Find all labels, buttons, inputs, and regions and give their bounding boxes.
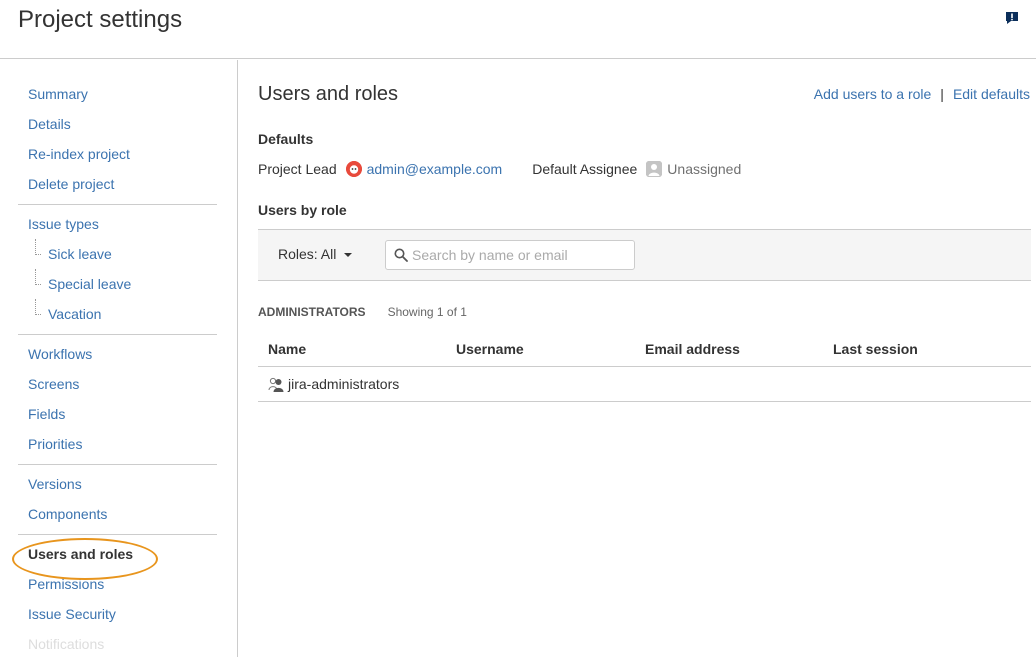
project-lead-label: Project Lead — [258, 161, 337, 177]
roles-filter-label: Roles: All — [278, 246, 337, 262]
sidebar-item-workflows[interactable]: Workflows — [18, 339, 217, 369]
sidebar-group-access: Users and roles Permissions Issue Securi… — [18, 535, 217, 657]
filter-bar: Roles: All — [258, 229, 1031, 281]
sidebar-item-sick-leave[interactable]: Sick leave — [18, 239, 217, 269]
project-lead-link[interactable]: admin@example.com — [367, 161, 503, 177]
sidebar-item-issue-security[interactable]: Issue Security — [18, 599, 217, 629]
page-title: Project settings — [18, 6, 183, 33]
column-header-last-session: Last session — [823, 332, 1031, 367]
sidebar-item-special-leave[interactable]: Special leave — [18, 269, 217, 299]
sidebar-item-summary[interactable]: Summary — [18, 79, 217, 109]
sidebar-item-delete-project[interactable]: Delete project — [18, 169, 217, 199]
user-avatar-icon — [345, 161, 362, 177]
default-assignee-label: Default Assignee — [532, 161, 638, 177]
sidebar-item-reindex-project[interactable]: Re-index project — [18, 139, 217, 169]
sidebar-item-versions[interactable]: Versions — [18, 469, 217, 499]
sidebar-item-details[interactable]: Details — [18, 109, 217, 139]
add-users-to-role-link[interactable]: Add users to a role — [814, 86, 932, 102]
sidebar-group-project: Summary Details Re-index project Delete … — [18, 60, 217, 205]
member-username-cell — [446, 366, 635, 402]
roles-filter-dropdown[interactable]: Roles: All — [278, 246, 353, 262]
sidebar-item-vacation[interactable]: Vacation — [18, 299, 217, 329]
sidebar-item-label: Special leave — [48, 276, 132, 292]
search-icon — [394, 248, 408, 262]
column-header-email: Email address — [635, 332, 823, 367]
group-icon — [268, 377, 284, 392]
search-input[interactable] — [412, 245, 630, 265]
tree-connector — [35, 299, 41, 315]
sidebar: Summary Details Re-index project Delete … — [0, 60, 238, 657]
edit-defaults-link[interactable]: Edit defaults — [953, 86, 1030, 102]
column-header-name: Name — [258, 332, 446, 367]
chevron-down-icon — [344, 253, 353, 258]
feedback-icon[interactable] — [1004, 10, 1020, 26]
member-last-session-cell — [823, 366, 1031, 402]
member-name-cell: jira-administrators — [258, 366, 446, 402]
action-separator: | — [940, 86, 944, 102]
sidebar-item-issue-types[interactable]: Issue types — [18, 209, 217, 239]
table-row: jira-administrators — [258, 366, 1031, 402]
sidebar-item-users-and-roles[interactable]: Users and roles — [18, 539, 217, 569]
header-actions: Add users to a role | Edit defaults — [814, 86, 1030, 102]
defaults-heading: Defaults — [258, 131, 314, 147]
default-assignee-value: Unassigned — [667, 161, 742, 177]
sidebar-group-config: Workflows Screens Fields Priorities — [18, 335, 217, 465]
sidebar-item-screens[interactable]: Screens — [18, 369, 217, 399]
column-header-username: Username — [446, 332, 635, 367]
tree-connector — [35, 239, 41, 255]
page-header: Project settings — [0, 0, 1036, 59]
sidebar-item-label: Sick leave — [48, 246, 112, 262]
sidebar-item-notifications[interactable]: Notifications — [18, 629, 217, 657]
sidebar-item-components[interactable]: Components — [18, 499, 217, 529]
tree-connector — [35, 269, 41, 285]
role-members-table: Name Username Email address Last session… — [258, 332, 1031, 402]
sidebar-group-releases: Versions Components — [18, 465, 217, 535]
defaults-row: Project Lead admin@example.com Default A… — [258, 161, 741, 177]
section-title: Users and roles — [258, 83, 399, 105]
role-header: ADMINISTRATORS Showing 1 of 1 — [258, 305, 467, 319]
member-name: jira-administrators — [288, 375, 400, 392]
role-name: ADMINISTRATORS — [258, 305, 366, 319]
sidebar-group-issue-types: Issue types Sick leave Special leave Vac… — [18, 205, 217, 335]
member-email-cell — [635, 366, 823, 402]
sidebar-item-priorities[interactable]: Priorities — [18, 429, 217, 459]
sidebar-item-fields[interactable]: Fields — [18, 399, 217, 429]
unassigned-avatar-icon — [646, 161, 663, 177]
users-by-role-heading: Users by role — [258, 202, 347, 218]
role-count: Showing 1 of 1 — [387, 305, 467, 319]
sidebar-item-permissions[interactable]: Permissions — [18, 569, 217, 599]
search-box[interactable] — [385, 240, 635, 270]
sidebar-item-label: Vacation — [48, 306, 102, 322]
table-header-row: Name Username Email address Last session — [258, 332, 1031, 367]
